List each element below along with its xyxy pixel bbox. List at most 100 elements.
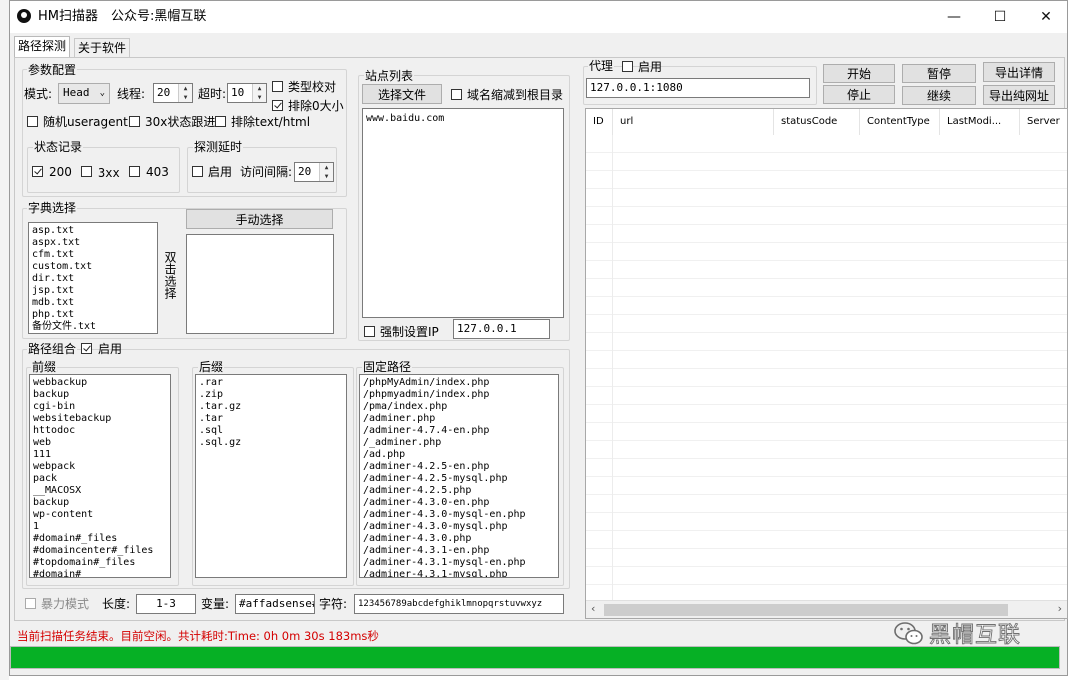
fixed-path-item[interactable]: /ad.php: [363, 449, 558, 461]
dict-file-item[interactable]: 备份文件.txt: [32, 321, 157, 333]
threads-input[interactable]: 20 ▲ ▼: [153, 83, 193, 103]
dict-file-item[interactable]: dir.txt: [32, 273, 157, 285]
charset-input[interactable]: 123456789abcdefghiklmnopqrstuvwxyz: [354, 594, 564, 614]
column-header-id[interactable]: ID: [586, 109, 613, 135]
dict-file-item[interactable]: aspx.txt: [32, 237, 157, 249]
fixed-path-item[interactable]: /adminer-4.2.5.php: [363, 485, 558, 497]
timeout-input[interactable]: 10 ▲ ▼: [227, 83, 267, 103]
interval-input[interactable]: 20 ▲ ▼: [294, 162, 334, 182]
manual-select-button[interactable]: 手动选择: [186, 209, 333, 229]
minimize-button[interactable]: —: [931, 1, 977, 33]
dict-file-item[interactable]: mdb.txt: [32, 297, 157, 309]
tab-about[interactable]: 关于软件: [74, 38, 131, 57]
prefix-item[interactable]: backup: [33, 389, 170, 401]
proxy-input[interactable]: 127.0.0.1:1080: [586, 78, 810, 98]
column-header-server[interactable]: Server: [1020, 109, 1067, 135]
suffix-item[interactable]: .sql.gz: [199, 437, 346, 449]
fixed-path-item[interactable]: /adminer-4.2.5-en.php: [363, 461, 558, 473]
fixed-path-item[interactable]: /adminer-4.3.1-mysql.php: [363, 569, 558, 577]
dict-file-item[interactable]: php.txt: [32, 309, 157, 321]
fixed-path-item[interactable]: /adminer-4.3.1-mysql-en.php: [363, 557, 558, 569]
site-list[interactable]: www.baidu.com: [362, 108, 564, 318]
horizontal-scrollbar[interactable]: ‹ ›: [586, 600, 1067, 618]
force-ip-input[interactable]: 127.0.0.1: [453, 319, 550, 339]
table-body[interactable]: [586, 135, 1067, 600]
scroll-right-icon[interactable]: ›: [1058, 602, 1062, 615]
suffix-list[interactable]: .rar .zip .tar.gz .tar .sql .sql.gz: [195, 374, 347, 578]
suffix-item[interactable]: .zip: [199, 389, 346, 401]
fixed-path-item[interactable]: /_adminer.php: [363, 437, 558, 449]
pause-button[interactable]: 暂停: [902, 64, 976, 83]
fixed-path-item[interactable]: /adminer-4.3.0.php: [363, 533, 558, 545]
exclude-zero-checkbox[interactable]: [272, 100, 283, 111]
suffix-item[interactable]: .sql: [199, 425, 346, 437]
site-item[interactable]: www.baidu.com: [366, 113, 563, 125]
status-3xx-checkbox[interactable]: [81, 166, 92, 177]
brute-mode-checkbox[interactable]: [25, 598, 36, 609]
fixed-path-item[interactable]: /adminer-4.3.0-mysql-en.php: [363, 509, 558, 521]
prefix-item[interactable]: websitebackup: [33, 413, 170, 425]
prefix-item[interactable]: 111: [33, 449, 170, 461]
prefix-item[interactable]: cgi-bin: [33, 401, 170, 413]
column-header-status-code[interactable]: statusCode: [774, 109, 860, 135]
fixed-path-item[interactable]: /adminer-4.7.4-en.php: [363, 425, 558, 437]
export-detail-button[interactable]: 导出详情: [983, 62, 1055, 82]
mode-select[interactable]: Head ⌄: [58, 83, 110, 104]
suffix-item[interactable]: .tar: [199, 413, 346, 425]
reduce-domain-checkbox[interactable]: [451, 89, 462, 100]
prefix-item[interactable]: #topdomain#_files: [33, 557, 170, 569]
follow-30x-checkbox[interactable]: [129, 116, 140, 127]
dict-file-item[interactable]: jsp.txt: [32, 285, 157, 297]
prefix-item[interactable]: wp-content: [33, 509, 170, 521]
suffix-item[interactable]: .rar: [199, 377, 346, 389]
prefix-item[interactable]: __MACOSX: [33, 485, 170, 497]
prefix-item[interactable]: httodoc: [33, 425, 170, 437]
interval-stepper[interactable]: ▲ ▼: [319, 163, 333, 181]
selected-dict-list[interactable]: [186, 234, 334, 334]
dict-file-item[interactable]: custom.txt: [32, 261, 157, 273]
scroll-left-icon[interactable]: ‹: [591, 602, 595, 615]
fixed-path-item[interactable]: /adminer.php: [363, 413, 558, 425]
fixed-path-item[interactable]: /adminer-4.2.5-mysql.php: [363, 473, 558, 485]
prefix-list[interactable]: webbackup backup cgi-bin websitebackup httod…: [29, 374, 171, 578]
prefix-item[interactable]: webpack: [33, 461, 170, 473]
dict-file-item[interactable]: asp.txt: [32, 225, 157, 237]
stop-button[interactable]: 停止: [823, 85, 895, 104]
fixed-path-item[interactable]: /adminer-4.3.1-en.php: [363, 545, 558, 557]
fixed-path-item[interactable]: /adminer-4.3.0-mysql.php: [363, 521, 558, 533]
prefix-item[interactable]: web: [33, 437, 170, 449]
fixed-path-item[interactable]: /adminer-4.3.0-en.php: [363, 497, 558, 509]
random-ua-checkbox[interactable]: [27, 116, 38, 127]
prefix-item[interactable]: #domain#_files: [33, 533, 170, 545]
maximize-button[interactable]: ☐: [977, 1, 1023, 33]
length-input[interactable]: 1-3: [136, 594, 196, 614]
probe-delay-checkbox[interactable]: [192, 166, 203, 177]
export-urls-button[interactable]: 导出纯网址: [983, 85, 1055, 105]
fixed-path-item[interactable]: /phpmyadmin/index.php: [363, 389, 558, 401]
results-table[interactable]: ID url statusCode ContentType LastModi..…: [585, 108, 1068, 619]
dict-file-list[interactable]: asp.txt aspx.txt cfm.txt custom.txt dir.txt j…: [28, 222, 158, 334]
suffix-item[interactable]: .tar.gz: [199, 401, 346, 413]
prefix-item[interactable]: backup: [33, 497, 170, 509]
variable-input[interactable]: #affadsense#: [235, 594, 315, 614]
exclude-text-checkbox[interactable]: [215, 116, 226, 127]
force-ip-checkbox[interactable]: [364, 326, 375, 337]
type-check-checkbox[interactable]: [272, 81, 283, 92]
title-bar[interactable]: HM扫描器 公众号:黑帽互联 — ☐ ✕: [10, 1, 1067, 33]
dict-file-item[interactable]: cfm.txt: [32, 249, 157, 261]
select-file-button[interactable]: 选择文件: [362, 84, 442, 104]
threads-stepper[interactable]: ▲ ▼: [178, 84, 192, 102]
prefix-item[interactable]: pack: [33, 473, 170, 485]
tab-path-probe[interactable]: 路径探测: [14, 36, 71, 57]
resume-button[interactable]: 继续: [902, 86, 976, 105]
fixed-path-item[interactable]: /phpMyAdmin/index.php: [363, 377, 558, 389]
proxy-enable-checkbox[interactable]: [622, 61, 633, 72]
status-403-checkbox[interactable]: [129, 166, 140, 177]
fixed-path-list[interactable]: /phpMyAdmin/index.php/phpmyadmin/index.p…: [359, 374, 559, 578]
fixed-path-item[interactable]: /pma/index.php: [363, 401, 558, 413]
combo-enable-checkbox[interactable]: [81, 343, 92, 354]
start-button[interactable]: 开始: [823, 64, 895, 83]
scrollbar-thumb[interactable]: [604, 604, 1008, 616]
prefix-item[interactable]: #domain#: [33, 569, 170, 577]
prefix-item[interactable]: webbackup: [33, 377, 170, 389]
